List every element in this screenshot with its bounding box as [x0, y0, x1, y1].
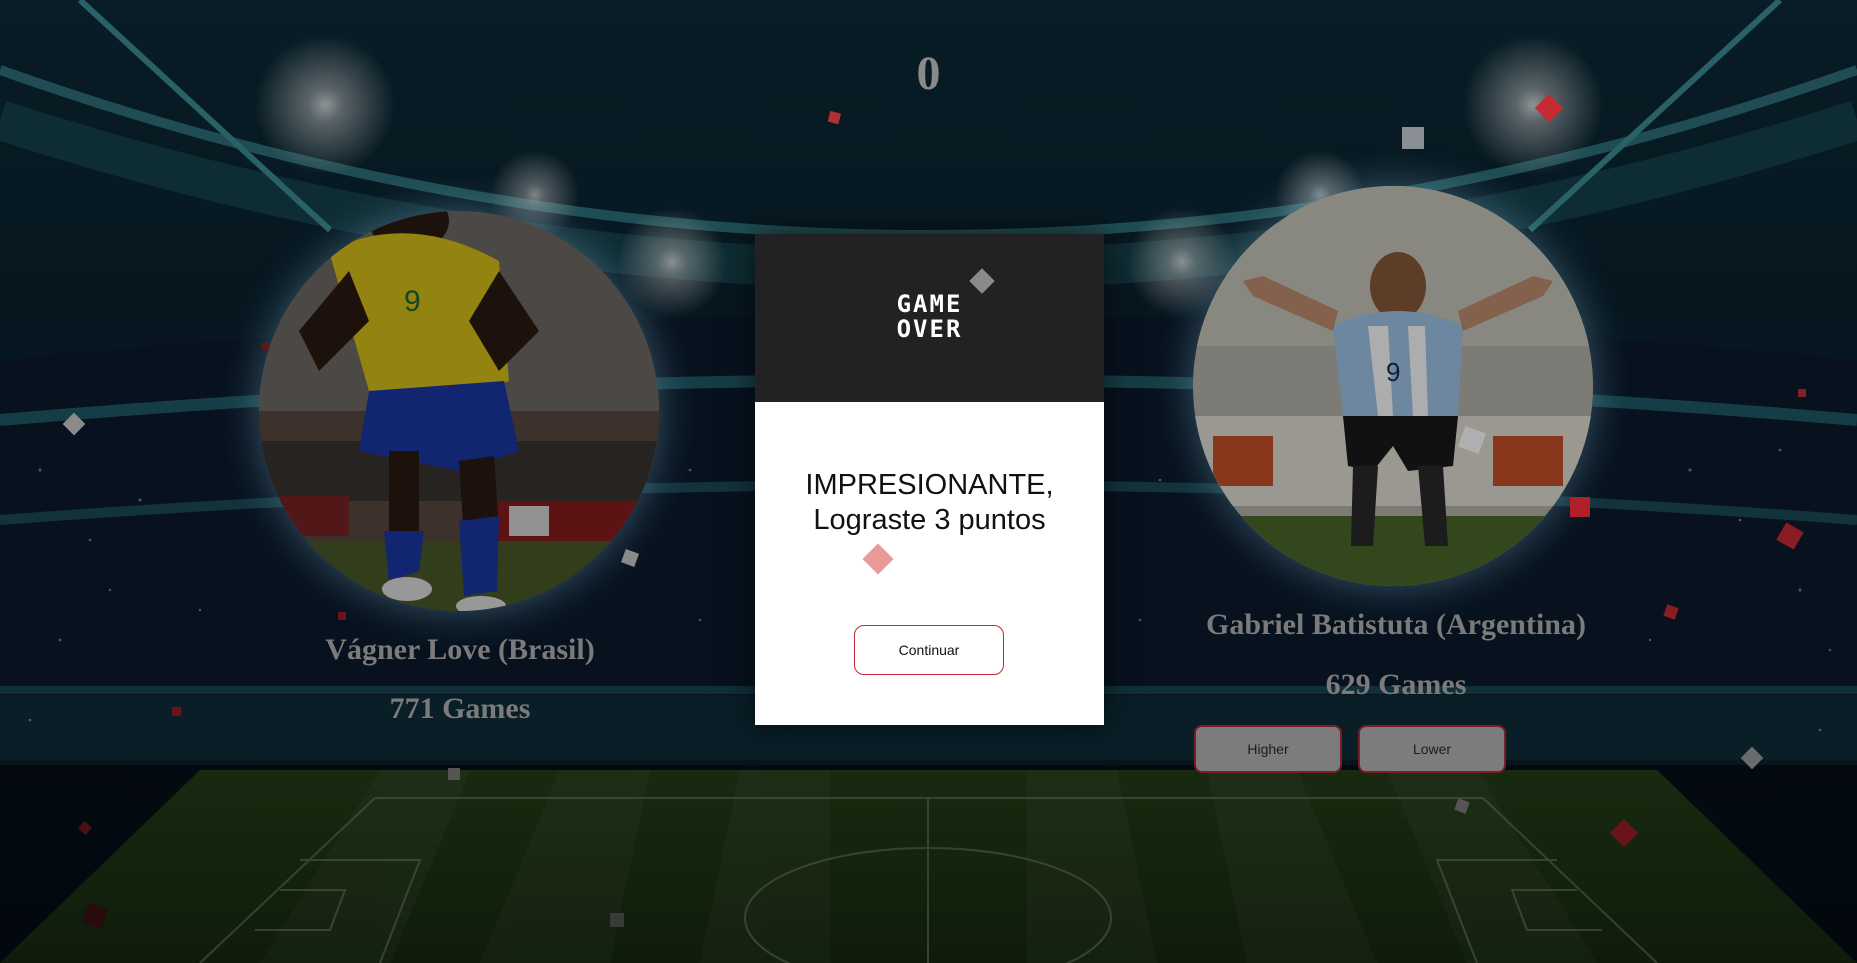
left-player-games: 771 Games — [389, 692, 531, 725]
left-player-name: Vágner Love (Brasil) — [325, 633, 595, 666]
left-player-photo: 9 — [259, 211, 659, 611]
game-over-title: GAME OVER — [755, 292, 1104, 342]
game-over-title-line2: OVER — [896, 315, 963, 343]
modal-message-line2: Lograste 3 puntos — [813, 504, 1046, 536]
continue-button[interactable]: Continuar — [854, 625, 1004, 675]
higher-button[interactable]: Higher — [1194, 725, 1342, 773]
modal-header: GAME OVER — [755, 234, 1104, 402]
right-player-name: Gabriel Batistuta (Argentina) — [1206, 608, 1586, 641]
lower-button[interactable]: Lower — [1358, 725, 1506, 773]
game-stage: 0 9 9 Vágner Love (Brasil) 771 Games Gab… — [0, 0, 1857, 963]
score-counter: 0 — [916, 47, 941, 100]
game-over-modal: GAME OVER IMPRESIONANTE, Lograste 3 punt… — [755, 234, 1104, 725]
right-player-games: 629 Games — [1325, 668, 1467, 701]
right-player-photo: 9 — [1193, 186, 1593, 586]
modal-message: IMPRESIONANTE, Lograste 3 puntos — [775, 468, 1084, 538]
modal-message-line1: IMPRESIONANTE, — [805, 469, 1054, 501]
game-over-title-line1: GAME — [896, 290, 963, 318]
